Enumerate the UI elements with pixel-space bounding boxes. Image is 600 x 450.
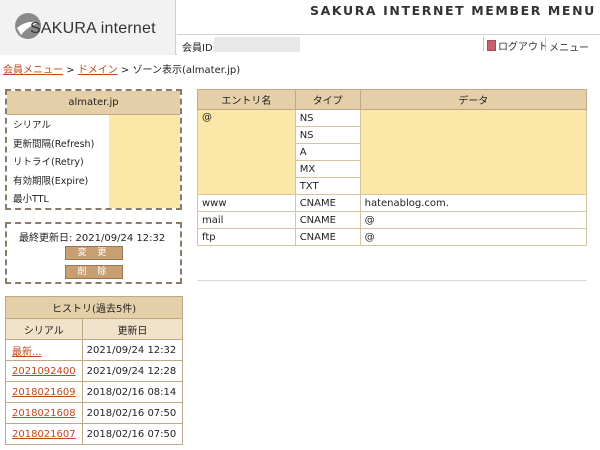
history-row: 2018021609 2018/02/16 08:14 [5,381,184,403]
dns-type: A [294,143,361,161]
zone-values-area [109,115,180,208]
breadcrumb: 会員メニュー > ドメイン > ゾーン表示(almater.jp) [3,61,240,76]
history-table: ヒストリ(過去5件) シリアル 更新日 最新... 2021/09/24 12:… [4,296,184,445]
dns-data: hatenablog.com. [359,194,588,212]
dns-row: www CNAME hatenablog.com. [197,194,588,212]
dns-records-table: エントリ名 タイプ データ @ NS NS A MX TXT www CNAME… [197,89,588,246]
zone-field-retry: リトライ(Retry) [13,157,84,168]
breadcrumb-current: ゾーン表示(almater.jp) [132,65,241,76]
zone-field-min-ttl: 最小TTL [13,194,49,205]
history-date: 2018/02/16 08:14 [81,381,184,403]
history-date: 2018/02/16 07:50 [81,423,184,445]
logout-link[interactable]: ログアウト [487,38,548,53]
dns-col-entry: エントリ名 [197,89,296,110]
zone-domain-title: almater.jp [7,91,180,115]
dns-row: ftp CNAME @ [197,228,588,246]
logo[interactable]: SAKURA internet [0,0,176,55]
dns-col-type: タイプ [294,89,361,110]
divider [545,37,546,51]
update-panel: 最終更新日: 2021/09/24 12:32 変 更 削 除 [5,222,182,284]
dns-type: NS [294,126,361,144]
delete-button[interactable]: 削 除 [65,265,123,279]
dns-type: CNAME [294,194,361,212]
history-title: ヒストリ(過去5件) [4,296,184,319]
change-button[interactable]: 変 更 [65,246,123,260]
history-date: 2018/02/16 07:50 [81,402,184,424]
history-row: 最新... 2021/09/24 12:32 [5,339,184,361]
history-col-serial: シリアル [5,318,83,340]
breadcrumb-domain[interactable]: ドメイン [78,65,118,76]
dns-data: @ [359,211,588,229]
dns-entry: www [197,194,296,212]
breadcrumb-separator: > [117,65,133,76]
zone-field-serial: シリアル [13,120,51,131]
breadcrumb-separator: > [63,65,78,76]
logout-icon [487,40,496,51]
zone-field-expire: 有効期限(Expire) [13,175,89,187]
dns-type: CNAME [294,211,361,229]
history-serial-link[interactable]: 2021092400 [5,360,83,382]
history-row: 2018021607 2018/02/16 07:50 [5,423,184,445]
history-row: 2021092400 2021/09/24 12:28 [5,360,184,382]
page-header: SAKURA internet SAKURA INTERNET MEMBER M… [0,0,600,55]
dns-data: @ [359,228,588,246]
dns-entry: ftp [197,228,296,246]
zone-info-panel: almater.jp シリアル 更新間隔(Refresh) リトライ(Retry… [5,89,182,210]
dns-type: CNAME [294,228,361,246]
history-date: 2021/09/24 12:28 [81,360,184,382]
content-divider [197,280,587,281]
history-serial-link[interactable]: 最新... [5,339,83,361]
divider [483,37,484,51]
dns-row: mail CNAME @ [197,211,588,229]
member-id-row: 会員ID: ログアウト メニュー [177,34,600,55]
menu-link[interactable]: メニュー [549,39,589,54]
history-row: 2018021608 2018/02/16 07:50 [5,402,184,424]
logo-text: SAKURA internet [30,20,156,37]
member-id-value [214,37,300,52]
dns-type: TXT [294,177,361,195]
dns-type: MX [294,160,361,178]
history-col-date: 更新日 [81,318,184,340]
dns-row: @ NS [197,109,588,195]
dns-type: NS [294,109,361,127]
zone-field-refresh: 更新間隔(Refresh) [13,138,95,150]
history-date: 2021/09/24 12:32 [81,339,184,361]
dns-entry-at: @ [197,109,296,195]
member-id-label: 会員ID: [182,43,217,54]
history-serial-link[interactable]: 2018021607 [5,423,83,445]
dns-col-data: データ [359,89,588,110]
header-title: SAKURA INTERNET MEMBER MENU [310,3,596,18]
logout-label: ログアウト [498,42,548,53]
dns-data-area [359,109,588,195]
breadcrumb-member-menu[interactable]: 会員メニュー [3,65,63,76]
zone-soa-fields: シリアル 更新間隔(Refresh) リトライ(Retry) 有効期限(Expi… [7,115,180,208]
last-updated-text: 最終更新日: 2021/09/24 12:32 [19,233,166,244]
history-serial-link[interactable]: 2018021608 [5,402,83,424]
history-serial-link[interactable]: 2018021609 [5,381,83,403]
dns-entry: mail [197,211,296,229]
